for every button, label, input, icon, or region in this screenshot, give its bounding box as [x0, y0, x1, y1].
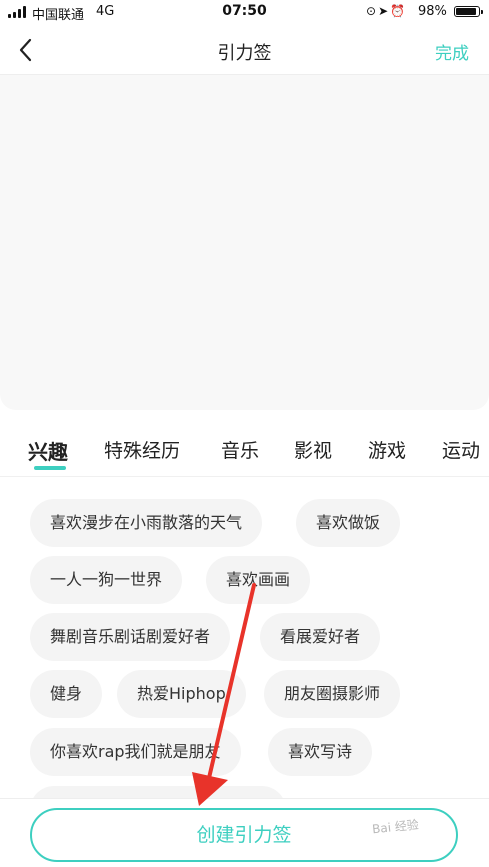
tag-canvas[interactable]	[0, 75, 489, 410]
tag-chip[interactable]: 看展爱好者	[260, 613, 381, 661]
tag-chip[interactable]: 你喜欢rap我们就是朋友	[30, 728, 241, 776]
tab-music[interactable]: 音乐	[221, 436, 259, 463]
tab-sports[interactable]: 运动	[442, 436, 480, 463]
tag-chip[interactable]: 热爱Hiphop	[117, 670, 246, 718]
divider	[0, 476, 489, 477]
tab-film[interactable]: 影视	[294, 436, 332, 463]
battery-percentage: 98%	[418, 4, 447, 19]
location-icon: ➤	[378, 4, 391, 18]
done-button[interactable]: 完成	[435, 39, 469, 64]
status-time: 07:50	[222, 3, 267, 19]
category-tabs: 兴趣 特殊经历 音乐 影视 游戏 运动	[0, 436, 489, 476]
tag-chip[interactable]: 喜欢做饭	[296, 499, 401, 547]
tag-chip[interactable]: 舞剧音乐剧话剧爱好者	[30, 613, 231, 661]
tab-special-experience[interactable]: 特殊经历	[104, 436, 180, 463]
tab-interest[interactable]: 兴趣	[28, 436, 68, 465]
tag-chip[interactable]: 一人一狗一世界	[30, 556, 183, 604]
tag-chip[interactable]: 喜欢画画	[206, 556, 311, 604]
active-tab-indicator	[34, 466, 66, 470]
tag-chip[interactable]: 喜欢漫步在小雨散落的天气	[30, 499, 263, 547]
alarm-icon: ⏰	[390, 4, 408, 18]
tag-chip[interactable]: 朋友圈摄影师	[264, 670, 401, 718]
orientation-lock-icon: ⊙	[366, 4, 379, 18]
nav-bar: 引力签 完成	[0, 26, 489, 75]
status-icons: ⊙➤⏰	[366, 4, 407, 18]
tag-chip[interactable]: 健身	[30, 670, 103, 718]
page-title: 引力签	[217, 43, 272, 64]
battery-icon	[454, 6, 483, 17]
status-bar: 中国联通 4G 07:50 ⊙➤⏰ 98%	[0, 0, 489, 26]
tag-chip[interactable]: 喜欢写诗	[268, 728, 373, 776]
tab-games[interactable]: 游戏	[368, 436, 406, 463]
